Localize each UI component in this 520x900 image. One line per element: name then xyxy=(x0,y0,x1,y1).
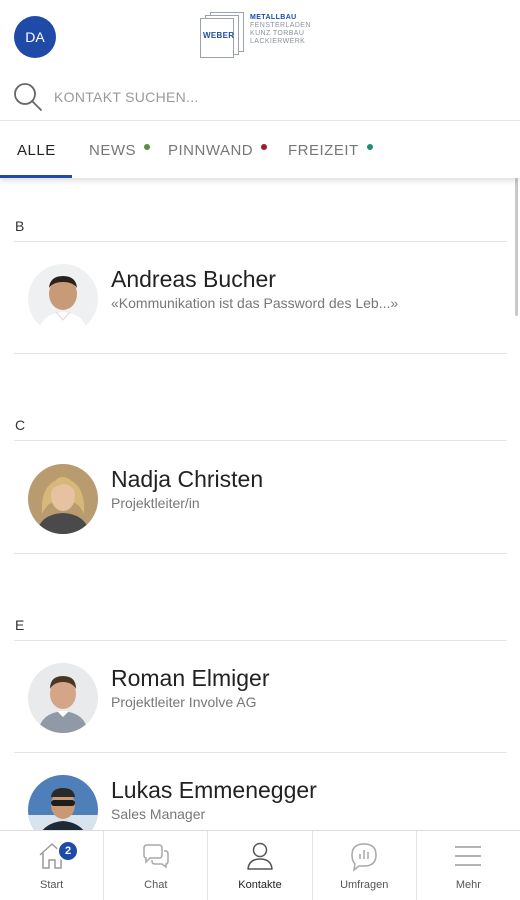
contact-name: Roman Elmiger xyxy=(111,665,270,691)
avatar xyxy=(28,464,98,534)
tab-label: ALLE xyxy=(17,141,56,159)
tab-label: FREIZEIT xyxy=(288,141,359,159)
search-input[interactable] xyxy=(54,83,494,111)
tab-label: NEWS xyxy=(89,141,136,159)
logo-text: METALLBAU FENSTERLADEN KUNZ TORBAU LACKI… xyxy=(250,14,311,45)
avatar xyxy=(28,663,98,733)
nav-chat[interactable]: Chat xyxy=(104,831,209,900)
pinnwand-dot-icon xyxy=(261,144,268,150)
active-tab-indicator xyxy=(0,175,72,178)
contact-row-lukas-emmenegger[interactable]: Lukas Emmenegger Sales Manager xyxy=(0,753,520,830)
tab-freizeit[interactable]: FREIZEIT xyxy=(288,122,373,178)
contact-name: Lukas Emmenegger xyxy=(111,777,317,803)
nav-label: Chat xyxy=(144,879,168,891)
nav-label: Start xyxy=(39,879,64,891)
app-header: DA WEBER METALLBAU FENSTERLADEN KUNZ TOR… xyxy=(0,0,520,75)
freizeit-dot-icon xyxy=(366,144,373,150)
bottom-navigation: 2 Start Chat Kontakte Umfragen Mehr xyxy=(0,830,520,900)
logo-mark: WEBER xyxy=(200,12,244,58)
contact-subtitle: «Kommunikation ist das Password des Leb.… xyxy=(111,295,399,311)
chat-icon xyxy=(143,844,169,869)
contact-subtitle: Projektleiter Involve AG xyxy=(111,694,257,710)
tab-label: PINNWAND xyxy=(168,141,254,159)
section-header-b: B xyxy=(15,218,25,234)
filter-tabs: ALLE NEWS PINNWAND FREIZEIT xyxy=(0,122,520,178)
contact-search-bar xyxy=(0,75,520,121)
news-dot-icon xyxy=(144,144,150,150)
menu-icon xyxy=(455,846,482,866)
company-logo: WEBER METALLBAU FENSTERLADEN KUNZ TORBAU… xyxy=(198,8,328,60)
contact-name: Andreas Bucher xyxy=(111,266,276,292)
avatar xyxy=(28,775,98,830)
notification-badge: 2 xyxy=(57,840,79,862)
nav-label: Kontakte xyxy=(238,879,282,891)
nav-mehr[interactable]: Mehr xyxy=(417,831,520,900)
tab-pinnwand[interactable]: PINNWAND xyxy=(168,122,268,178)
nav-kontakte[interactable]: Kontakte xyxy=(208,831,313,900)
user-avatar[interactable]: DA xyxy=(14,16,56,58)
contact-name: Nadja Christen xyxy=(111,466,264,492)
poll-icon xyxy=(351,843,377,872)
contact-subtitle: Sales Manager xyxy=(111,806,206,822)
nav-label: Mehr xyxy=(455,879,481,891)
contact-list[interactable]: B Andreas Bucher «Kommunikation ist das … xyxy=(0,178,520,830)
nav-start[interactable]: 2 Start xyxy=(0,831,105,900)
section-header-e: E xyxy=(15,617,25,633)
contact-row-nadja-christen[interactable]: Nadja Christen Projektleiter/in xyxy=(0,442,520,552)
avatar xyxy=(28,264,98,334)
nav-umfragen[interactable]: Umfragen xyxy=(313,831,417,900)
contact-row-andreas-bucher[interactable]: Andreas Bucher «Kommunikation ist das Pa… xyxy=(0,242,520,352)
contact-row-roman-elmiger[interactable]: Roman Elmiger Projektleiter Involve AG xyxy=(0,641,520,751)
section-header-c: C xyxy=(15,417,26,433)
person-icon xyxy=(247,842,273,870)
tab-news[interactable]: NEWS xyxy=(89,122,150,178)
search-icon[interactable] xyxy=(12,81,44,113)
nav-label: Umfragen xyxy=(340,879,389,891)
logo-brand: WEBER xyxy=(203,31,235,40)
contact-subtitle: Projektleiter/in xyxy=(111,495,200,511)
tab-alle[interactable]: ALLE xyxy=(17,122,56,178)
